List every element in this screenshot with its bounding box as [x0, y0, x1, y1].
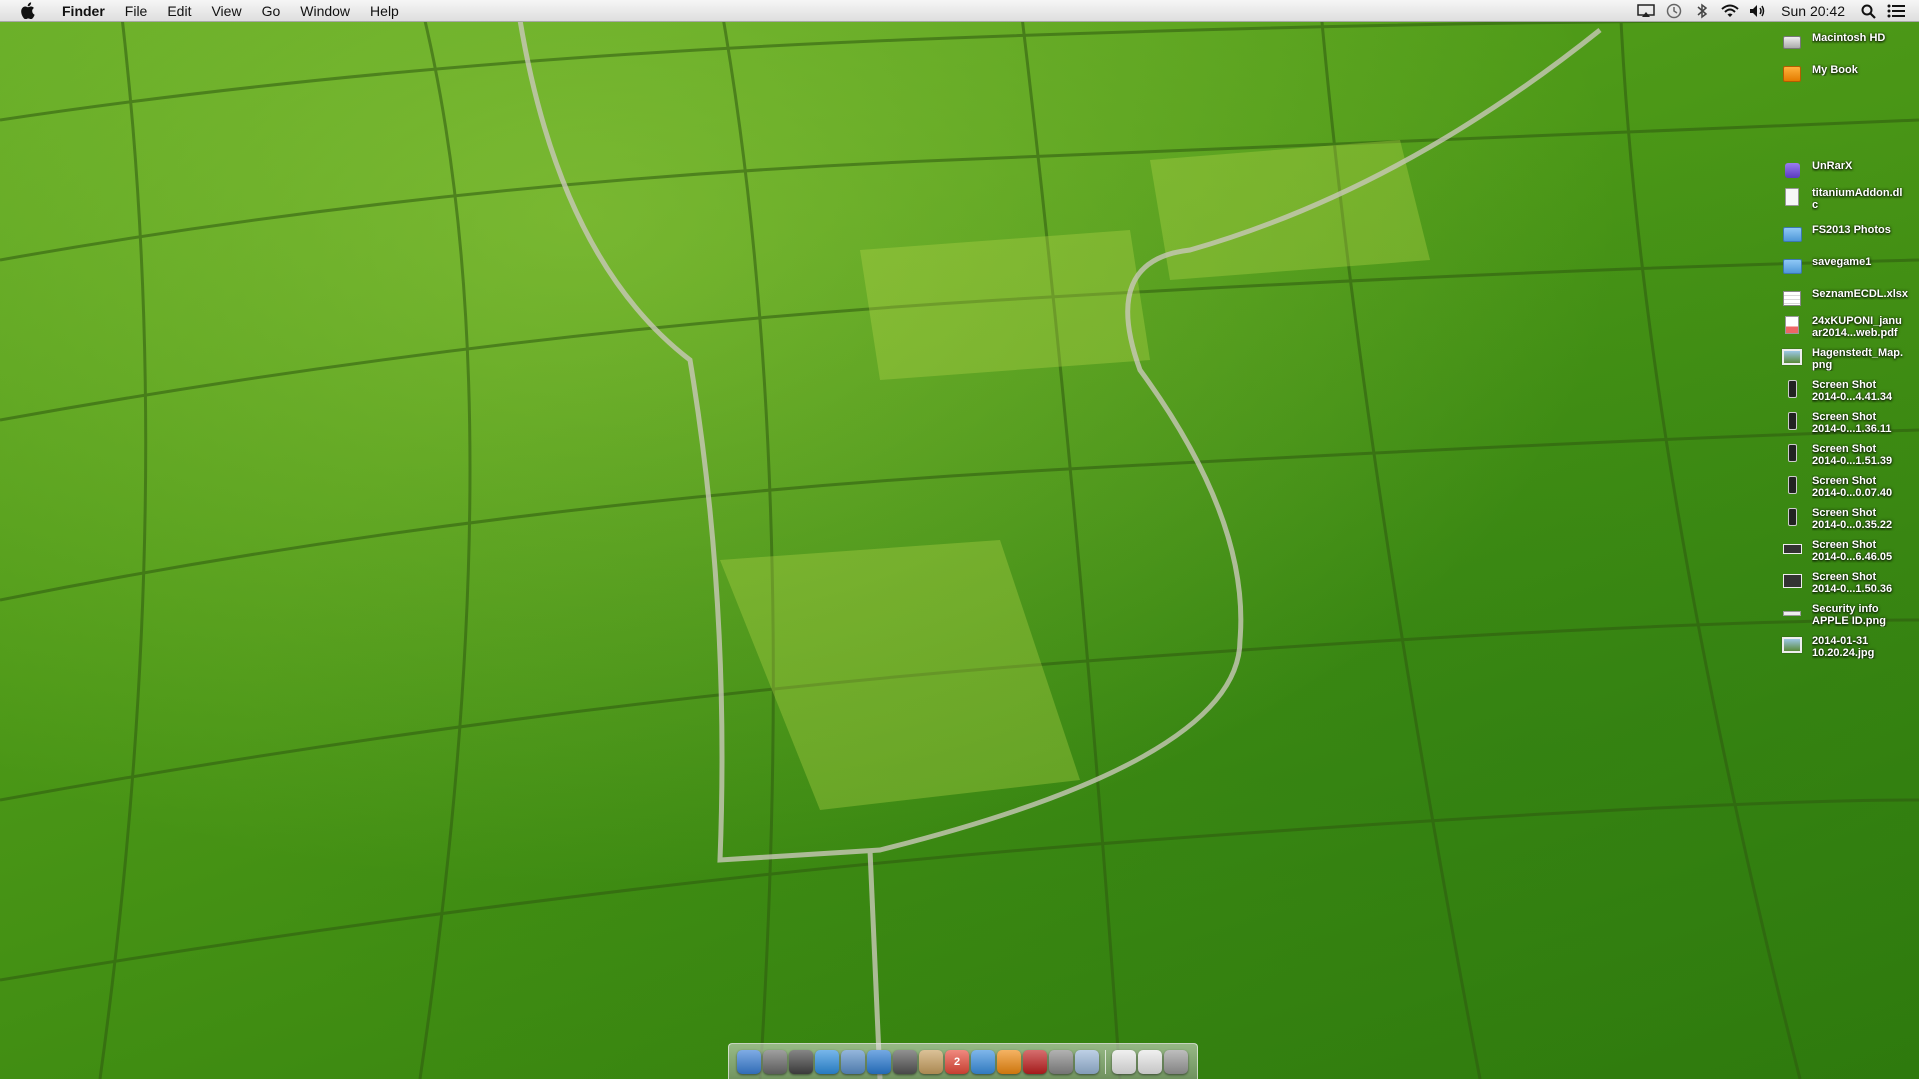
desktop-icon-fs2013-photos[interactable]: FS2013 Photos — [1782, 224, 1919, 244]
menu-go[interactable]: Go — [252, 0, 291, 22]
desktop-icon-screen-shot[interactable]: Screen Shot 2014-0...4.41.34 — [1782, 379, 1919, 403]
desktop-icon-label: FS2013 Photos — [1812, 224, 1891, 236]
pdf-icon — [1782, 315, 1802, 335]
itunes-icon[interactable] — [971, 1050, 995, 1074]
screenshot-icon — [1782, 411, 1802, 431]
menu-bar: Finder File Edit View Go Window Help Sun… — [0, 0, 1919, 22]
desktop-icon-label: Screen Shot 2014-0...1.50.36 — [1812, 571, 1893, 595]
menu-file[interactable]: File — [115, 0, 158, 22]
photo-booth-icon[interactable] — [1023, 1050, 1047, 1074]
desktop-icon-screen-shot[interactable]: Screen Shot 2014-0...1.36.11 — [1782, 411, 1919, 435]
screenshot-icon — [1782, 571, 1802, 591]
desktop-icon-label: Security info APPLE ID.png — [1812, 603, 1886, 627]
app-store-icon[interactable] — [815, 1050, 839, 1074]
desktop-icon-label: Macintosh HD — [1812, 32, 1886, 44]
contacts-icon[interactable] — [919, 1050, 943, 1074]
desktop-icon-screen-shot[interactable]: Screen Shot 2014-0...6.46.05 — [1782, 539, 1919, 563]
desktop-icon-screen-shot[interactable]: Screen Shot 2014-0...1.50.36 — [1782, 571, 1919, 595]
mail-icon[interactable] — [841, 1050, 865, 1074]
folder-icon — [1782, 224, 1802, 244]
menu-clock[interactable]: Sun 20:42 — [1777, 3, 1849, 19]
document-icon — [1782, 187, 1802, 207]
desktop-icon-label: Screen Shot 2014-0...0.07.40 — [1812, 475, 1893, 499]
ibooks-icon[interactable] — [997, 1050, 1021, 1074]
wifi-icon[interactable] — [1721, 2, 1739, 20]
desktop-icon-seznam-ecdl[interactable]: SeznamECDL.xlsx — [1782, 288, 1919, 308]
desktop-icon-label: SeznamECDL.xlsx — [1812, 288, 1908, 300]
search-icon[interactable] — [1859, 2, 1877, 20]
screenshot-icon — [1782, 475, 1802, 495]
desktop-icon-label: Screen Shot 2014-0...6.46.05 — [1812, 539, 1893, 563]
spreadsheet-icon — [1782, 288, 1802, 308]
desktop-wallpaper — [0, 0, 1919, 1079]
launchpad-icon[interactable] — [763, 1050, 787, 1074]
desktop-icon-label: titaniumAddon.dl c — [1812, 187, 1903, 211]
facetime-icon[interactable] — [893, 1050, 917, 1074]
screenshot-icon — [1782, 379, 1802, 399]
screenshot-icon — [1782, 443, 1802, 463]
list-icon[interactable] — [1887, 2, 1905, 20]
dock-separator — [1105, 1050, 1106, 1074]
finder-icon[interactable] — [737, 1050, 761, 1074]
menu-finder[interactable]: Finder — [52, 0, 115, 22]
documents-stack-icon[interactable] — [1112, 1050, 1136, 1074]
menu-edit[interactable]: Edit — [157, 0, 201, 22]
desktop-icon-label: Screen Shot 2014-0...0.35.22 — [1812, 507, 1893, 531]
bluetooth-icon[interactable] — [1693, 2, 1711, 20]
desktop-icon-label: Screen Shot 2014-0...1.51.39 — [1812, 443, 1893, 467]
desktop-icon-label: savegame1 — [1812, 256, 1872, 268]
app-icon — [1782, 160, 1802, 180]
system-preferences-icon[interactable] — [1049, 1050, 1073, 1074]
volume-icon[interactable] — [1749, 2, 1767, 20]
image-icon — [1782, 603, 1802, 623]
desktop-icon-savegame1[interactable]: savegame1 — [1782, 256, 1919, 276]
safari-icon[interactable] — [867, 1050, 891, 1074]
image-icon — [1782, 347, 1802, 367]
mission-control-icon[interactable] — [789, 1050, 813, 1074]
desktop-icon-security-info[interactable]: Security info APPLE ID.png — [1782, 603, 1919, 627]
desktop-icon-screen-shot[interactable]: Screen Shot 2014-0...1.51.39 — [1782, 443, 1919, 467]
external-drive-icon — [1782, 64, 1802, 84]
calendar-day-label: 2 — [953, 1056, 961, 1068]
desktop[interactable]: Finder File Edit View Go Window Help Sun… — [0, 0, 1919, 1079]
desktop-icon-my-book[interactable]: My Book — [1782, 64, 1919, 84]
desktop-icon-label: 24xKUPONI_janu ar2014...web.pdf — [1812, 315, 1902, 339]
desktop-icon-kuponi-pdf[interactable]: 24xKUPONI_janu ar2014...web.pdf — [1782, 315, 1919, 339]
desktop-icon-label: Screen Shot 2014-0...1.36.11 — [1812, 411, 1892, 435]
menu-help[interactable]: Help — [360, 0, 409, 22]
menu-window[interactable]: Window — [290, 0, 360, 22]
desktop-icon-screen-shot[interactable]: Screen Shot 2014-0...0.07.40 — [1782, 475, 1919, 499]
downloads-stack-icon[interactable] — [1138, 1050, 1162, 1074]
screenshot-icon — [1782, 539, 1802, 559]
desktop-icon-label: 2014-01-31 10.20.24.jpg — [1812, 635, 1875, 659]
menu-view[interactable]: View — [201, 0, 251, 22]
screenshot-icon — [1782, 507, 1802, 527]
trash-icon[interactable] — [1164, 1050, 1188, 1074]
desktop-icon-label: Hagenstedt_Map. png — [1812, 347, 1904, 371]
desktop-icon-unrarx[interactable]: UnRarX — [1782, 160, 1919, 180]
desktop-icon-hagenstedt-map[interactable]: Hagenstedt_Map. png — [1782, 347, 1919, 371]
desktop-icon-macintosh-hd[interactable]: Macintosh HD — [1782, 32, 1919, 52]
status-menus: Sun 20:42 — [1637, 0, 1919, 22]
preview-icon[interactable] — [1075, 1050, 1099, 1074]
dock: 2 — [728, 1043, 1198, 1079]
hard-drive-icon — [1782, 32, 1802, 52]
desktop-icon-screen-shot[interactable]: Screen Shot 2014-0...0.35.22 — [1782, 507, 1919, 531]
desktop-icon-label: Screen Shot 2014-0...4.41.34 — [1812, 379, 1893, 403]
folder-icon — [1782, 256, 1802, 276]
time-machine-icon[interactable] — [1665, 2, 1683, 20]
apple-icon[interactable] — [18, 2, 38, 19]
calendar-icon[interactable]: 2 — [945, 1050, 969, 1074]
dock-items: 2 — [737, 1050, 1188, 1074]
airplay-icon[interactable] — [1637, 2, 1655, 20]
desktop-icon-titanium-addon[interactable]: titaniumAddon.dl c — [1782, 187, 1919, 211]
desktop-icon-jpg[interactable]: 2014-01-31 10.20.24.jpg — [1782, 635, 1919, 659]
desktop-icon-label: My Book — [1812, 64, 1858, 76]
image-icon — [1782, 635, 1802, 655]
desktop-icon-label: UnRarX — [1812, 160, 1853, 172]
